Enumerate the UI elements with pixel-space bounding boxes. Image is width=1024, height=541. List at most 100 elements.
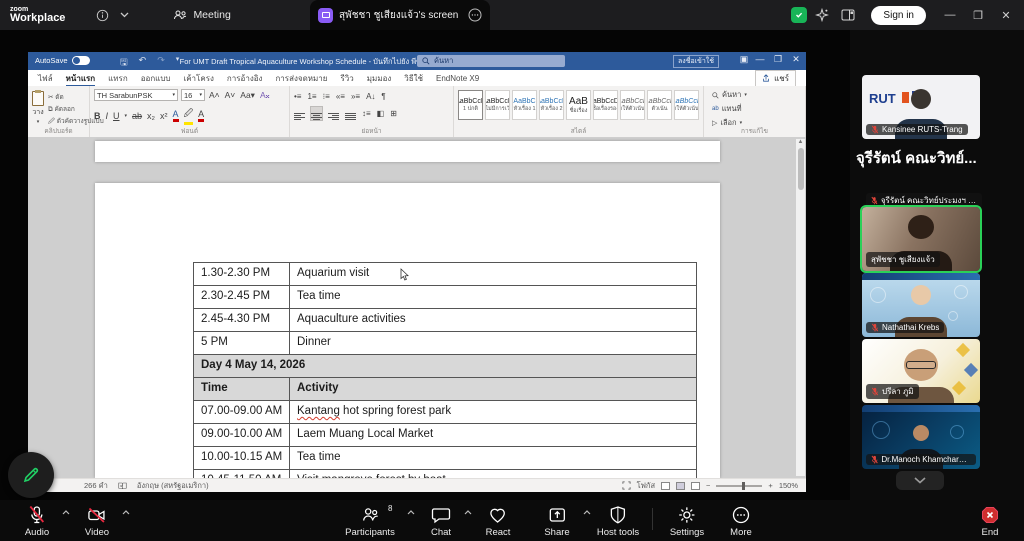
replace-button[interactable]: ab แทนที่ [712,103,801,115]
shading-button[interactable]: ◧ [377,109,385,118]
ai-companion-icon[interactable] [811,4,833,26]
time-cell[interactable]: 07.00-09.00 AM [194,401,289,423]
clear-formatting-button[interactable]: A𝄪 [259,90,271,101]
tab-insert[interactable]: แทรก [108,72,128,85]
tab-mailings[interactable]: การส่งจดหมาย [275,72,327,85]
word-close-icon[interactable]: ✕ [788,54,804,65]
word-sign-in-button[interactable]: ลงชื่อเข้าใช้ [673,54,719,68]
style-heading-1[interactable]: AaBbC หัวเรื่อง 1 [512,90,537,120]
video-tile-supatcha[interactable]: สุพัชชา ชูเสียงแจ้ว [860,205,982,273]
subscript-button[interactable]: x₂ [147,111,155,121]
time-cell[interactable]: 5 PM [194,332,289,354]
table-row-column-header[interactable]: Time Activity [194,378,696,401]
undo-icon[interactable]: ↶ [139,55,147,71]
maximize-window-icon[interactable]: ❐ [966,9,990,22]
highlight-button[interactable]: 🖉 [183,106,194,125]
scrollbar-thumb[interactable] [797,148,804,190]
document-canvas[interactable]: 1.30-2.30 PM Aquarium visit 2.30-2.45 PM T… [28,137,806,478]
find-button[interactable]: ค้นหา ▾ [712,89,801,101]
chat-button[interactable]: Chat [430,505,452,538]
word-search-box[interactable]: ค้นหา [417,55,565,67]
activity-cell[interactable]: Aquaculture activities [289,309,696,331]
decrease-indent-button[interactable]: «≡ [336,92,345,101]
tab-help[interactable]: วิธีใช้ [404,72,423,85]
superscript-button[interactable]: x² [160,111,168,121]
close-window-icon[interactable]: ✕ [994,9,1018,22]
activity-cell[interactable]: Dinner [289,332,696,354]
font-color-button[interactable]: A [198,109,205,122]
grow-font-button[interactable]: A˄ [208,90,221,100]
minimize-window-icon[interactable]: — [938,9,962,21]
activity-cell[interactable]: Tea time [289,447,696,469]
text-effects-button[interactable]: A [172,109,179,122]
bold-button[interactable]: B [94,111,101,121]
table-row[interactable]: 5 PM Dinner [194,332,696,355]
strikethrough-button[interactable]: ab [132,111,142,121]
table-row-day-header[interactable]: Day 4 May 14, 2026 [194,355,696,378]
focus-mode-button[interactable]: โฟกัส [637,480,655,492]
tab-review[interactable]: รีวิว [340,72,353,85]
tab-options-icon[interactable] [468,8,482,22]
change-case-button[interactable]: Aa▾ [239,90,256,101]
time-header-cell[interactable]: Time [194,378,289,400]
bullets-button[interactable]: •≡ [294,92,301,101]
autosave-control[interactable]: AutoSave [35,56,90,65]
chevron-down-icon[interactable] [113,4,135,26]
video-tile-nathathai[interactable]: Nathathai Krebs [862,273,980,337]
activity-cell[interactable]: Aquarium visit [289,263,696,285]
paste-button[interactable]: วาง ▾ [32,89,44,127]
security-shield-icon[interactable] [791,7,808,23]
zoom-slider-handle[interactable] [742,481,746,490]
numbering-button[interactable]: 1≡ [307,92,316,101]
host-tools-button[interactable]: Host tools [597,505,639,538]
justify-button[interactable] [345,107,356,120]
end-meeting-button[interactable]: End [979,505,1001,538]
language-status[interactable]: อังกฤษ (สหรัฐอเมริกา) [137,480,209,492]
ribbon-display-options-icon[interactable]: ▣ [736,54,752,65]
style-normal[interactable]: AaBbCcD1 ปกติ [458,90,483,120]
share-options-chevron[interactable] [583,510,591,515]
time-cell[interactable]: 09.00-10.00 AM [194,424,289,446]
tab-endnote[interactable]: EndNote X9 [436,74,479,83]
day-header-cell[interactable]: Day 4 May 14, 2026 [194,355,696,377]
tab-layout[interactable]: เค้าโครง [183,72,213,85]
style-subtitle[interactable]: AaBbCcDdชื่อเรื่องรอง [593,90,618,120]
more-button[interactable]: More [730,505,752,538]
scroll-up-icon[interactable]: ▲ [796,139,805,145]
multilevel-list-button[interactable]: ⁝≡ [323,92,330,101]
italic-button[interactable]: I [106,111,109,121]
share-screen-button[interactable]: Share [544,505,570,538]
shrink-font-button[interactable]: A˅ [224,90,237,100]
print-layout-icon[interactable] [676,481,686,490]
video-tile-kansinee[interactable]: RUT Kansinee RUTS-Trang [862,75,980,139]
borders-button[interactable]: ⊞ [390,109,397,118]
document-scrollbar[interactable]: ▲ [796,139,805,476]
zoom-slider[interactable] [716,481,763,490]
web-layout-icon[interactable] [691,481,701,490]
layout-view-icon[interactable] [837,4,859,26]
react-button[interactable]: React [486,505,510,538]
activity-cell[interactable]: Kantang hot spring forest park [289,401,696,423]
settings-button[interactable]: Settings [670,505,704,538]
underline-dropdown-icon[interactable]: ▾ [125,113,128,119]
share-document-button[interactable]: แชร์ [755,69,796,87]
autosave-toggle[interactable] [71,56,90,65]
sign-in-button[interactable]: Sign in [871,5,926,25]
style-subtle-emphasis[interactable]: AaBbCcDทำให้ตัวเน้น... [620,90,645,120]
time-cell[interactable]: 10.45-11.50 AM [194,470,289,478]
zoom-percentage[interactable]: 150% [779,481,798,490]
table-row[interactable]: 10.00-10.15 AM Tea time [194,447,696,470]
font-size-combobox[interactable]: 16 ▾ [181,89,205,101]
proofing-icon[interactable] [118,482,127,490]
video-tile-manoch[interactable]: Dr.Manoch Khamcharoen... [862,405,980,469]
participants-options-chevron[interactable] [407,510,415,515]
paste-dropdown-icon[interactable]: ▾ [37,119,40,125]
time-cell[interactable]: 2.45-4.30 PM [194,309,289,331]
video-off-tile-jureerat[interactable]: จุรีรัตน์ คณะวิทย์ประมงฯ (RUT... [866,193,982,208]
style-title[interactable]: AaB ชื่อเรื่อง [566,90,591,120]
style-emphasis[interactable]: AaBbCcDตัวเน้น [647,90,672,120]
redo-icon[interactable]: ↷ [157,55,165,71]
video-options-chevron[interactable] [122,510,130,515]
line-spacing-button[interactable]: ↕≡ [362,109,371,118]
align-left-button[interactable] [294,107,305,120]
